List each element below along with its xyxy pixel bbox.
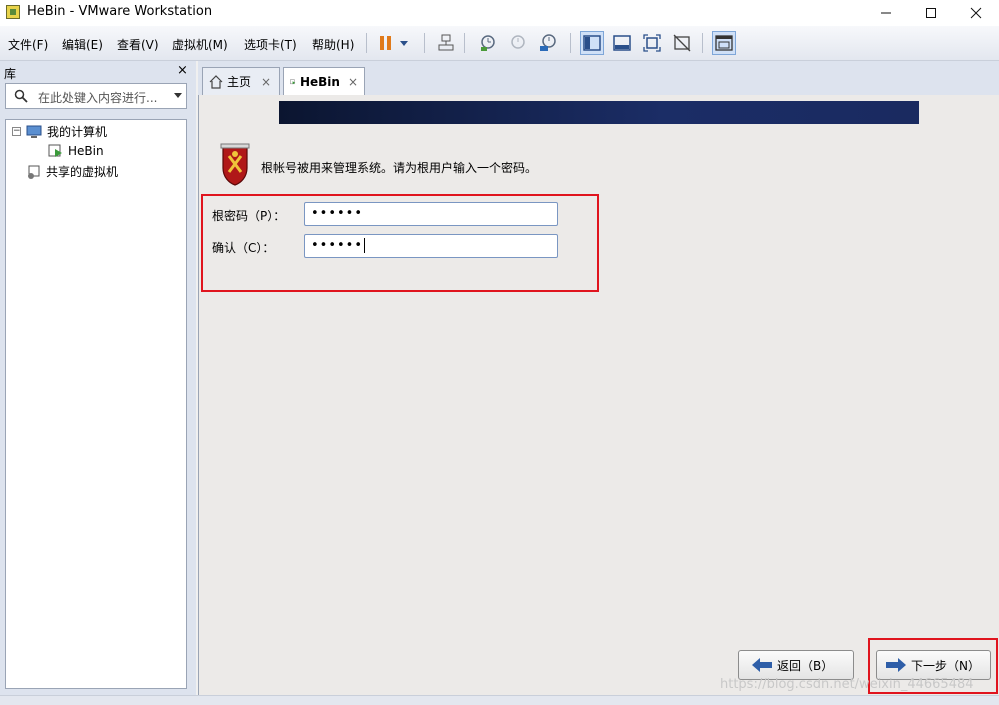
send-keys-button[interactable] (434, 31, 458, 55)
library-panel: 库 × 在此处键入内容进行... − 我的计算机 HeBin 共享的虚拟机 (0, 61, 196, 695)
toolbar-separator (464, 33, 465, 53)
snapshot-button[interactable] (476, 31, 500, 55)
collapse-icon[interactable]: − (12, 127, 21, 136)
shared-vm-icon (28, 165, 40, 179)
vm-console[interactable]: 根帐号被用来管理系统。请为根用户输入一个密码。 根密码（P）： •••••• 确… (198, 95, 999, 695)
chevron-down-icon[interactable] (174, 93, 182, 98)
installer-banner (279, 101, 919, 124)
installer-prompt: 根帐号被用来管理系统。请为根用户输入一个密码。 (261, 161, 538, 175)
arrow-left-icon (752, 658, 772, 672)
minimize-icon (881, 12, 891, 14)
tree-item-hebin[interactable]: HeBin (48, 143, 104, 159)
toolbar-separator (366, 33, 367, 53)
toolbar-separator (424, 33, 425, 53)
snapshot-clock-icon (481, 35, 495, 51)
unity-button[interactable] (670, 31, 694, 55)
pause-button[interactable] (374, 31, 398, 55)
tab-close-hebin[interactable]: × (348, 75, 358, 89)
network-icon (438, 34, 454, 51)
library-title: 库 (4, 67, 17, 81)
menu-view[interactable]: 查看(V) (117, 36, 159, 53)
root-shield-icon (220, 143, 250, 186)
pause-dropdown[interactable] (396, 31, 412, 55)
tree-item-my-computer[interactable]: − 我的计算机 (12, 123, 107, 140)
console-view-button[interactable] (712, 31, 736, 55)
menu-tabs[interactable]: 选项卡(T) (244, 36, 297, 53)
revert-clock-icon (511, 35, 525, 49)
search-placeholder: 在此处键入内容进行... (38, 91, 158, 105)
unity-icon (673, 34, 691, 52)
menu-vm[interactable]: 虚拟机(M) (172, 36, 228, 53)
library-tree: − 我的计算机 HeBin 共享的虚拟机 (5, 119, 187, 689)
maximize-button[interactable] (908, 0, 954, 26)
fullscreen-icon (643, 34, 661, 52)
window-title: HeBin - VMware Workstation (27, 4, 213, 19)
tab-label-home: 主页 (227, 75, 252, 89)
snapshot-manager-button[interactable] (536, 31, 560, 55)
fullscreen-button[interactable] (640, 31, 664, 55)
menu-help[interactable]: 帮助(H) (312, 36, 354, 53)
tab-hebin[interactable]: HeBin × (283, 67, 365, 95)
menu-toolbar: 文件(F) 编辑(E) 查看(V) 虚拟机(M) 选项卡(T) 帮助(H) (0, 26, 999, 61)
search-icon (14, 89, 28, 103)
menu-file[interactable]: 文件(F) (8, 36, 48, 53)
vmware-icon (6, 5, 20, 19)
library-search-input[interactable]: 在此处键入内容进行... (5, 83, 187, 109)
tree-item-shared-vms[interactable]: 共享的虚拟机 (26, 163, 118, 180)
tab-label-hebin: HeBin (299, 74, 340, 89)
vm-icon (290, 79, 296, 84)
close-icon (970, 7, 982, 19)
chevron-down-icon (400, 41, 408, 46)
menu-edit[interactable]: 编辑(E) (62, 36, 103, 53)
show-library-button[interactable] (580, 31, 604, 55)
thumbnail-view-icon (613, 35, 631, 51)
revert-snapshot-button[interactable] (506, 31, 530, 55)
home-icon (209, 74, 223, 89)
close-button[interactable] (953, 0, 999, 26)
tab-close-home[interactable]: × (261, 75, 271, 89)
minimize-button[interactable] (863, 0, 909, 26)
tab-home[interactable]: 主页 × (202, 67, 280, 95)
maximize-icon (926, 8, 936, 18)
snapshot-manager-icon (540, 34, 556, 51)
pause-icon (380, 36, 391, 50)
tree-label-my-computer: 我的计算机 (47, 125, 108, 139)
tree-label-shared-vms: 共享的虚拟机 (46, 165, 119, 179)
back-button-label: 返回（B） (777, 658, 834, 673)
toolbar-separator (570, 33, 571, 53)
title-bar: HeBin - VMware Workstation (0, 0, 999, 26)
watermark: https://blog.csdn.net/weixin_44665484 (720, 677, 974, 692)
computer-icon (26, 125, 42, 138)
highlight-password-fields (201, 194, 599, 292)
toolbar-separator (702, 33, 703, 53)
back-button[interactable]: 返回（B） (738, 650, 854, 680)
vm-icon (48, 144, 62, 157)
library-close-button[interactable]: × (177, 63, 188, 78)
library-view-icon (583, 35, 601, 51)
tree-label-hebin: HeBin (68, 144, 104, 158)
tab-bar: 主页 × HeBin × (198, 61, 999, 95)
thumbnail-view-button[interactable] (610, 31, 634, 55)
console-view-icon (715, 35, 733, 51)
